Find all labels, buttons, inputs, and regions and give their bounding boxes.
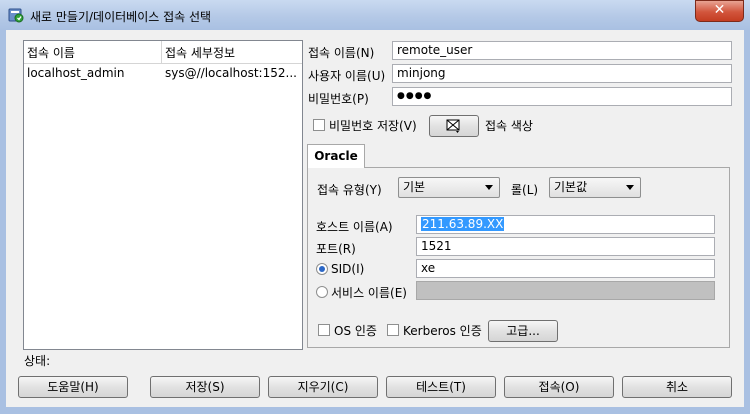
password-input[interactable]: ●●●● (392, 87, 732, 106)
conn-color-button[interactable] (429, 115, 479, 137)
conn-type-select[interactable]: 기본 (398, 177, 500, 198)
host-input[interactable]: 211.63.89.XX (416, 215, 715, 234)
column-header-name[interactable]: 접속 이름 (27, 44, 75, 61)
password-label: 비밀번호(P) (308, 92, 369, 106)
advanced-button[interactable]: 고급... (488, 320, 558, 342)
os-auth-label: OS 인증 (334, 324, 377, 338)
window-title: 새로 만들기/데이터베이스 접속 선택 (30, 10, 212, 24)
kerberos-label: Kerberos 인증 (403, 324, 482, 338)
list-item-name[interactable]: localhost_admin (27, 66, 159, 80)
save-password-checkbox[interactable] (313, 119, 325, 131)
sid-radio[interactable] (316, 263, 328, 275)
conn-type-label: 접속 유형(Y) (317, 183, 382, 197)
chevron-down-icon (626, 185, 634, 190)
os-auth-checkbox[interactable] (318, 324, 330, 336)
cancel-button[interactable]: 취소 (622, 376, 732, 398)
chevron-down-icon (485, 185, 493, 190)
status-label: 상태: (24, 354, 51, 368)
close-button[interactable]: ✕ (695, 0, 744, 22)
column-header-details[interactable]: 접속 세부정보 (165, 44, 235, 61)
conn-type-value: 기본 (403, 180, 426, 194)
conn-name-input[interactable]: remote_user (392, 41, 732, 60)
host-label: 호스트 이름(A) (316, 220, 393, 234)
port-input[interactable]: 1521 (416, 237, 715, 256)
tab-oracle[interactable]: Oracle (307, 144, 365, 168)
sid-input[interactable]: xe (416, 259, 715, 278)
sid-label: SID(I) (331, 262, 365, 276)
kerberos-checkbox[interactable] (387, 324, 399, 336)
conn-color-label: 접속 색상 (485, 119, 533, 133)
role-value: 기본값 (554, 180, 588, 194)
list-header: 접속 이름 접속 세부정보 (24, 41, 302, 64)
connect-button[interactable]: 접속(O) (504, 376, 614, 398)
test-button[interactable]: 테스트(T) (386, 376, 496, 398)
list-item-details[interactable]: sys@//localhost:152... (165, 66, 299, 80)
username-label: 사용자 이름(U) (308, 69, 386, 83)
port-label: 포트(R) (316, 242, 356, 256)
clear-button[interactable]: 지우기(C) (268, 376, 378, 398)
column-divider[interactable] (161, 41, 162, 63)
connection-list[interactable]: 접속 이름 접속 세부정보 localhost_admin sys@//loca… (23, 40, 303, 350)
color-swatch-icon (446, 119, 460, 133)
host-value: 211.63.89.XX (421, 217, 505, 231)
service-name-label: 서비스 이름(E) (331, 286, 407, 300)
database-connect-icon (8, 8, 24, 23)
username-input[interactable]: minjong (392, 64, 732, 83)
help-button[interactable]: 도움말(H) (18, 376, 128, 398)
conn-name-label: 접속 이름(N) (308, 46, 375, 60)
role-label: 롤(L) (511, 183, 539, 197)
service-name-radio[interactable] (316, 286, 328, 298)
service-name-input (416, 281, 715, 300)
save-password-label: 비밀번호 저장(V) (329, 119, 417, 133)
save-button[interactable]: 저장(S) (150, 376, 260, 398)
role-select[interactable]: 기본값 (549, 177, 641, 198)
close-icon: ✕ (713, 2, 726, 18)
